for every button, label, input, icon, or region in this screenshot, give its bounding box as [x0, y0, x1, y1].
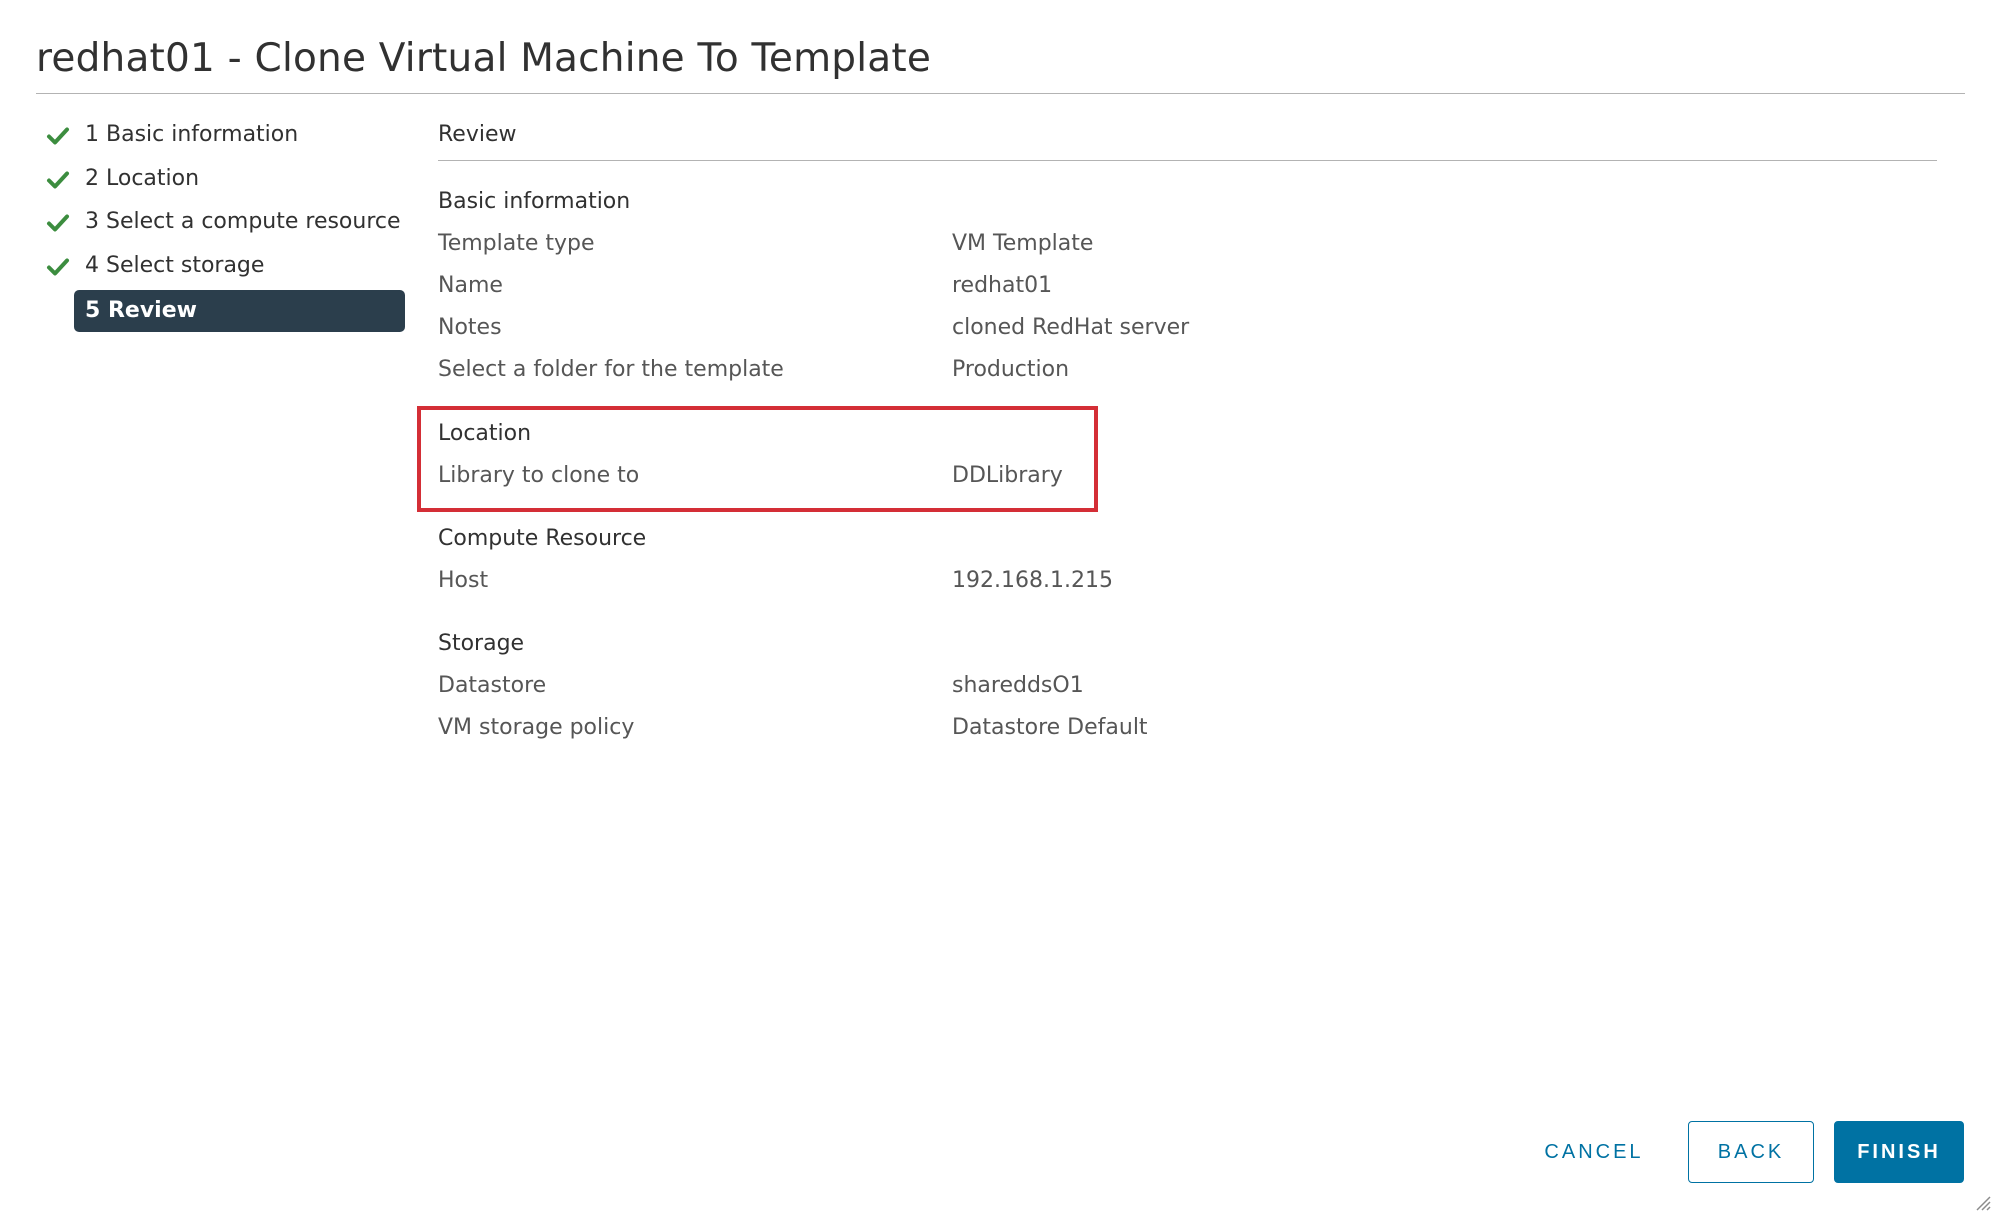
row-label-notes: Notes	[438, 315, 502, 340]
row-value-name: redhat01	[952, 273, 1053, 298]
step-select-storage[interactable]: 4 Select storage	[46, 245, 406, 289]
row-value-datastore: shareddsO1	[952, 673, 1084, 698]
row-value-storage-policy: Datastore Default	[952, 715, 1148, 740]
row-label-folder: Select a folder for the template	[438, 357, 784, 382]
review-heading: Review	[438, 122, 517, 147]
clone-to-template-dialog: redhat01 - Clone Virtual Machine To Temp…	[0, 0, 1999, 1219]
check-icon	[47, 214, 69, 232]
back-button[interactable]: BACK	[1688, 1121, 1814, 1183]
section-compute-resource: Compute Resource	[438, 526, 647, 551]
row-value-folder: Production	[952, 357, 1070, 382]
step-label: 1 Basic information	[85, 122, 299, 147]
step-label: 3 Select a compute resource	[85, 209, 401, 234]
row-label-name: Name	[438, 273, 503, 298]
check-icon	[47, 127, 69, 145]
step-label: 5 Review	[85, 298, 197, 323]
title-divider	[36, 93, 1965, 94]
location-highlight-box	[417, 406, 1098, 512]
row-value-host: 192.168.1.215	[952, 568, 1113, 593]
step-select-compute-resource[interactable]: 3 Select a compute resource	[46, 201, 406, 245]
row-value-notes: cloned RedHat server	[952, 315, 1190, 340]
review-divider	[438, 160, 1937, 161]
section-storage: Storage	[438, 631, 525, 656]
resize-grip-icon[interactable]	[1975, 1195, 1991, 1211]
row-label-host: Host	[438, 568, 489, 593]
row-value-template-type: VM Template	[952, 231, 1094, 256]
step-location[interactable]: 2 Location	[46, 158, 406, 202]
step-basic-information[interactable]: 1 Basic information	[46, 114, 406, 158]
check-icon	[47, 171, 69, 188]
cancel-button[interactable]: CANCEL	[1524, 1121, 1664, 1183]
row-label-storage-policy: VM storage policy	[438, 715, 635, 740]
section-basic-information: Basic information	[438, 189, 631, 214]
step-review[interactable]: 5 Review	[46, 290, 406, 334]
check-icon	[47, 258, 69, 275]
row-label-template-type: Template type	[438, 231, 595, 256]
finish-button[interactable]: FINISH	[1834, 1121, 1964, 1183]
wizard-steps: 1 Basic information 2 Location 3 Select …	[46, 114, 406, 334]
step-label: 2 Location	[85, 165, 200, 191]
dialog-title: redhat01 - Clone Virtual Machine To Temp…	[36, 36, 932, 81]
step-label: 4 Select storage	[85, 252, 265, 278]
row-label-datastore: Datastore	[438, 673, 547, 698]
